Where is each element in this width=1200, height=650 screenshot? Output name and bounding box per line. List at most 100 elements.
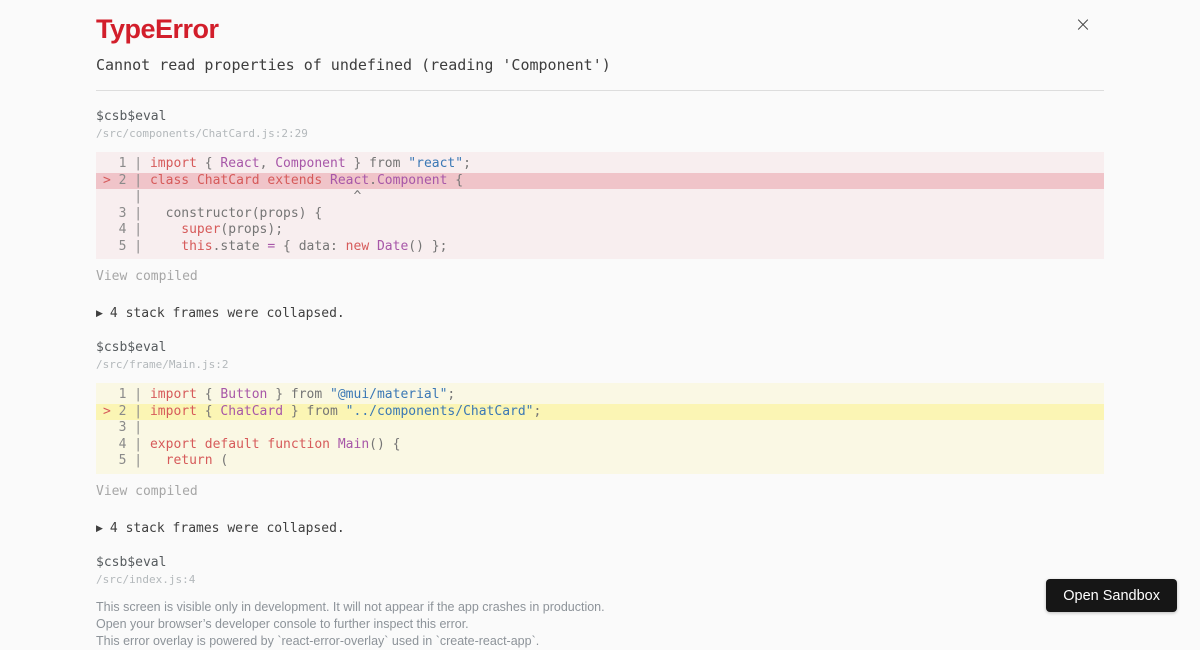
code-token: ( — [212, 453, 229, 468]
stack-frame-function: $csb$eval — [96, 554, 167, 570]
line-marker — [103, 239, 111, 254]
line-number: 1 | — [110, 156, 150, 171]
line-marker — [103, 206, 111, 221]
code-token: Component — [275, 156, 346, 171]
code-token: "react" — [408, 156, 464, 171]
line-marker: > — [103, 172, 111, 188]
code-token: ; — [447, 387, 456, 402]
line-marker — [103, 387, 111, 402]
code-token: default — [204, 436, 260, 452]
line-marker — [103, 437, 111, 452]
code-token: . — [369, 172, 377, 188]
error-overlay: × TypeError Cannot read properties of un… — [0, 0, 1200, 650]
stack-frame: $csb$eval/src/frame/Main.js:2 1 | import… — [96, 340, 1104, 474]
code-token: import — [149, 403, 197, 419]
code-token: ^ — [149, 189, 362, 204]
code-token: class — [149, 172, 190, 188]
footer-note-powered-by: This error overlay is powered by `react-… — [96, 633, 540, 648]
code-token: super — [181, 222, 221, 237]
line-number: 4 | — [110, 222, 150, 237]
line-marker — [103, 156, 111, 171]
code-token: { — [196, 403, 221, 419]
code-token: ; — [533, 403, 542, 419]
code-line: 1 | import { React, Component } from "re… — [96, 156, 1104, 173]
code-line: 5 | return ( — [96, 453, 1104, 470]
stack-frame-location: /src/index.js:4 — [96, 572, 196, 586]
line-number: 5 | — [110, 453, 150, 468]
collapsed-frames-toggle[interactable]: ▶ 4 stack frames were collapsed. — [96, 306, 1104, 322]
code-line: 4 | super(props); — [96, 222, 1104, 239]
code-token: () { — [369, 436, 401, 452]
code-token: React — [220, 156, 260, 171]
code-token: "../components/ChatCard" — [345, 403, 534, 419]
code-token: (props); — [220, 222, 284, 237]
code-line: 1 | import { Button } from "@mui/materia… — [96, 387, 1104, 404]
line-marker — [103, 222, 111, 237]
code-token: Date — [376, 238, 409, 254]
line-number: 3 | — [110, 420, 150, 435]
code-frame: 1 | import { React, Component } from "re… — [96, 152, 1104, 259]
view-compiled-link[interactable]: View compiled — [96, 484, 198, 499]
code-token: React — [330, 172, 370, 188]
open-sandbox-button[interactable]: Open Sandbox — [1046, 579, 1177, 612]
code-token: import — [149, 156, 197, 171]
code-token: { — [196, 387, 221, 402]
line-number: 2 | — [110, 172, 150, 188]
code-token: .state — [212, 238, 268, 254]
stack-frames: $csb$eval/src/components/ChatCard.js:2:2… — [96, 109, 1104, 586]
code-line: 5 | this.state = { data: new Date() }; — [96, 239, 1104, 256]
stack-frame-location: /src/frame/Main.js:2 — [96, 358, 229, 371]
code-line: 3 | — [96, 420, 1104, 437]
code-token: Component — [376, 172, 448, 188]
code-token: } from — [345, 156, 409, 171]
expand-triangle-icon: ▶ — [96, 523, 103, 534]
code-token: return — [165, 453, 213, 468]
stack-frame: $csb$eval/src/components/ChatCard.js:2:2… — [96, 109, 1104, 259]
code-token: this — [181, 238, 213, 254]
code-line: 3 | constructor(props) { — [96, 206, 1104, 223]
code-token: { — [447, 172, 464, 188]
collapsed-frames-toggle[interactable]: ▶ 4 stack frames were collapsed. — [96, 521, 1104, 537]
code-token: Main — [337, 436, 370, 452]
close-icon[interactable]: × — [1072, 14, 1094, 36]
error-title: TypeError — [96, 14, 219, 44]
code-token: function — [267, 436, 331, 452]
stack-frame: $csb$eval/src/index.js:4 — [96, 555, 1104, 586]
view-compiled-link[interactable]: View compiled — [96, 269, 198, 284]
line-number: 5 | — [110, 238, 150, 254]
code-token: Button — [220, 387, 268, 402]
footer-note-development: This screen is visible only in developme… — [96, 599, 605, 614]
code-line: | ^ — [96, 189, 1104, 206]
code-token: ; — [463, 156, 471, 171]
error-message: Cannot read properties of undefined (rea… — [96, 56, 611, 74]
line-marker: > — [103, 403, 111, 419]
code-token: } from — [283, 403, 346, 419]
code-token: extends — [267, 172, 323, 188]
collapsed-frames-label: 4 stack frames were collapsed. — [109, 306, 345, 321]
collapsed-frames-label: 4 stack frames were collapsed. — [109, 520, 345, 536]
code-token: constructor(props) { — [149, 205, 323, 221]
code-token: ChatCard — [196, 172, 260, 188]
code-token: { — [196, 156, 221, 171]
code-token: import — [149, 387, 197, 402]
line-marker — [103, 453, 111, 468]
code-token: , — [259, 156, 276, 171]
code-token: new — [345, 238, 370, 254]
line-number: | — [110, 189, 150, 204]
expand-triangle-icon: ▶ — [96, 309, 103, 319]
code-token: ChatCard — [220, 403, 284, 419]
code-frame: 1 | import { Button } from "@mui/materia… — [96, 383, 1104, 474]
stack-frame-function: $csb$eval — [96, 340, 167, 355]
divider — [96, 90, 1104, 91]
code-token: "@mui/material" — [330, 387, 448, 402]
line-number: 3 | — [110, 205, 150, 221]
footer-notes: This screen is visible only in developme… — [96, 599, 1104, 650]
